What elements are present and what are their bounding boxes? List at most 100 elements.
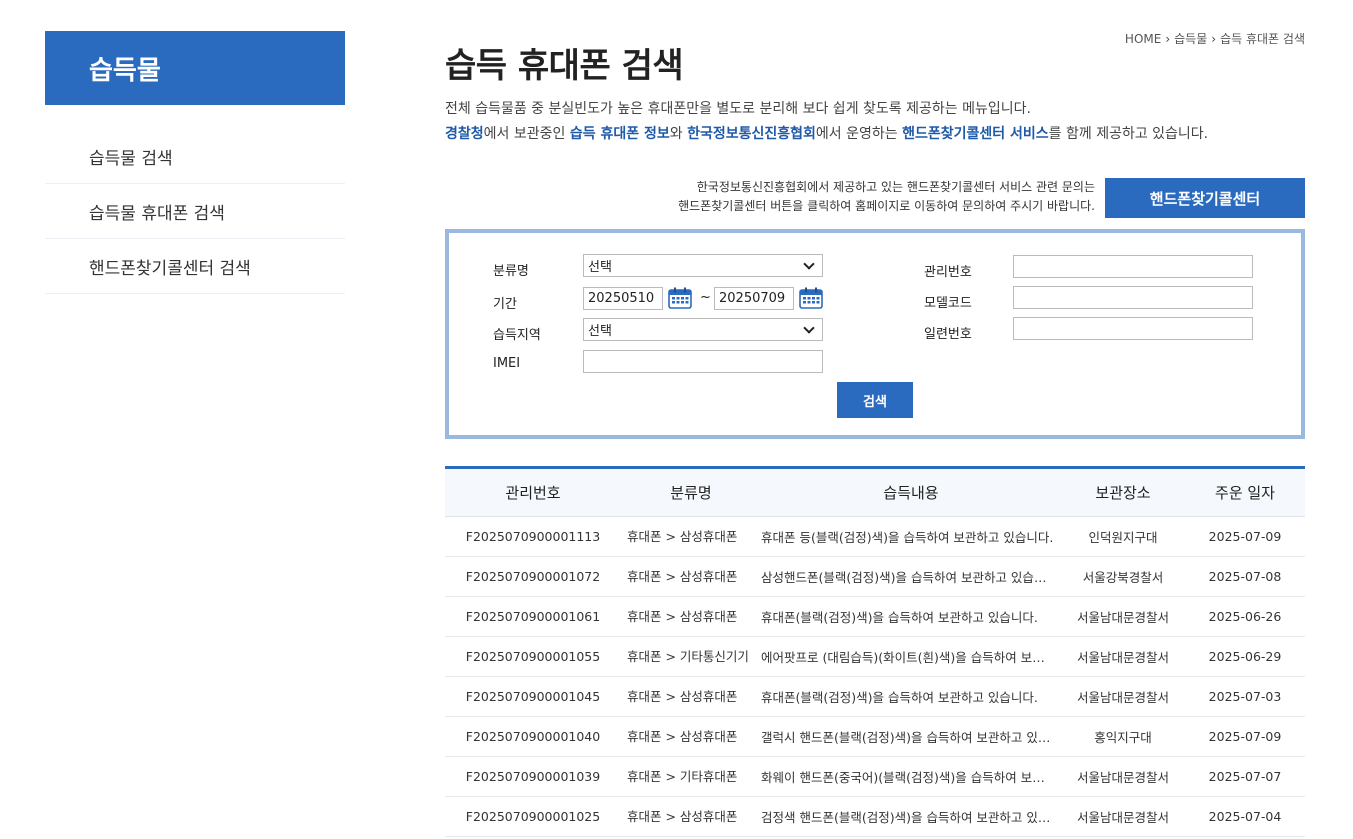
header-storage-place: 보관장소 bbox=[1061, 467, 1185, 517]
cell-category: 휴대폰 > 기타휴대폰 bbox=[621, 756, 761, 797]
category-select[interactable]: 선택 bbox=[583, 254, 823, 277]
table-row[interactable]: F2025070900001045 휴대폰 > 삼성휴대폰 휴대폰(블랙(검정)… bbox=[445, 676, 1305, 717]
cell-content[interactable]: 휴대폰(블랙(검정)색)을 습득하여 보관하고 있습니다. bbox=[761, 596, 1061, 637]
mgmt-number-input[interactable] bbox=[1013, 255, 1253, 278]
cell-storage-place: 서울남대문경찰서 bbox=[1061, 796, 1185, 837]
calendar-icon[interactable] bbox=[799, 287, 823, 309]
cell-found-date: 2025-07-03 bbox=[1185, 676, 1305, 717]
cell-category: 휴대폰 > 삼성휴대폰 bbox=[621, 596, 761, 637]
cell-content[interactable]: 갤럭시 핸드폰(블랙(검정)색)을 습득하여 보관하고 있습니다. bbox=[761, 716, 1061, 757]
cell-category: 휴대폰 > 삼성휴대폰 bbox=[621, 556, 761, 597]
callcenter-button[interactable]: 핸드폰찾기콜센터 bbox=[1105, 178, 1305, 218]
cell-category: 휴대폰 > 삼성휴대폰 bbox=[621, 716, 761, 757]
table-row[interactable]: F2025070900001039 휴대폰 > 기타휴대폰 화웨이 핸드폰(중국… bbox=[445, 756, 1305, 797]
cell-mgmt-number: F2025070900001025 bbox=[445, 796, 621, 837]
desc-kait: 한국정보통신진흥협회 bbox=[687, 126, 816, 142]
header-content: 습득내용 bbox=[761, 467, 1061, 517]
cell-content[interactable]: 검정색 핸드폰(블랙(검정)색)을 습득하여 보관하고 있습니다. bbox=[761, 796, 1061, 837]
sidebar-title: 습득물 bbox=[45, 31, 345, 105]
sidebar-item-lost-phone-search[interactable]: 습득물 휴대폰 검색 bbox=[45, 184, 345, 239]
sidebar: 습득물 습득물 검색 습득물 휴대폰 검색 핸드폰찾기콜센터 검색 bbox=[45, 31, 345, 294]
results-table: 관리번호 분류명 습득내용 보관장소 주운 일자 F20250709000011… bbox=[445, 466, 1305, 837]
page-description: 전체 습득물품 중 분실빈도가 높은 휴대폰만을 별도로 분리해 보다 쉽게 찾… bbox=[445, 97, 1208, 147]
calendar-icon[interactable] bbox=[668, 287, 692, 309]
serial-number-label: 일련번호 bbox=[924, 327, 972, 342]
chevron-right-icon: › bbox=[1165, 31, 1171, 46]
cell-content[interactable]: 화웨이 핸드폰(중국어)(블랙(검정)색)을 습득하여 보관하고 있습니다. bbox=[761, 756, 1061, 797]
cell-found-date: 2025-07-04 bbox=[1185, 796, 1305, 837]
category-label: 분류명 bbox=[493, 264, 529, 279]
serial-number-input[interactable] bbox=[1013, 317, 1253, 340]
desc-text: 에서 보관중인 bbox=[483, 126, 570, 142]
cell-category: 휴대폰 > 기타통신기기 bbox=[621, 636, 761, 677]
desc-lost-phone-info: 습득 휴대폰 정보 bbox=[569, 126, 670, 142]
cell-category: 휴대폰 > 삼성휴대폰 bbox=[621, 676, 761, 717]
sidebar-menu: 습득물 검색 습득물 휴대폰 검색 핸드폰찾기콜센터 검색 bbox=[45, 129, 345, 294]
table-row[interactable]: F2025070900001055 휴대폰 > 기타통신기기 에어팟프로 (대림… bbox=[445, 636, 1305, 677]
date-from-input[interactable]: 20250510 bbox=[583, 287, 663, 310]
cell-mgmt-number: F2025070900001072 bbox=[445, 556, 621, 597]
breadcrumb-home[interactable]: HOME bbox=[1125, 32, 1161, 46]
cell-category: 휴대폰 > 삼성휴대폰 bbox=[621, 516, 761, 557]
cell-storage-place: 서울강북경찰서 bbox=[1061, 556, 1185, 597]
cell-content[interactable]: 삼성핸드폰(블랙(검정)색)을 습득하여 보관하고 있습니다. bbox=[761, 556, 1061, 597]
cell-found-date: 2025-07-09 bbox=[1185, 716, 1305, 757]
cell-storage-place: 서울남대문경찰서 bbox=[1061, 596, 1185, 637]
header-category: 분류명 bbox=[621, 467, 761, 517]
description-line-2: 경찰청에서 보관중인 습득 휴대폰 정보와 한국정보통신진흥협회에서 운영하는 … bbox=[445, 122, 1208, 147]
desc-police-agency: 경찰청 bbox=[445, 126, 484, 142]
table-row[interactable]: F2025070900001040 휴대폰 > 삼성휴대폰 갤럭시 핸드폰(블랙… bbox=[445, 716, 1305, 757]
table-row[interactable]: F2025070900001113 휴대폰 > 삼성휴대폰 휴대폰 등(블랙(검… bbox=[445, 516, 1305, 557]
period-label: 기간 bbox=[493, 297, 517, 312]
cell-storage-place: 서울남대문경찰서 bbox=[1061, 676, 1185, 717]
cell-content[interactable]: 에어팟프로 (대림습득)(화이트(흰)색)을 습득하여 보관하고 있습니다. bbox=[761, 636, 1061, 677]
search-form: 분류명 선택 기간 20250510 ~ 20250709 습득지역 선택 IM… bbox=[445, 229, 1305, 439]
desc-text: 와 bbox=[669, 126, 688, 142]
table-row[interactable]: F2025070900001061 휴대폰 > 삼성휴대폰 휴대폰(블랙(검정)… bbox=[445, 596, 1305, 637]
breadcrumb-level1[interactable]: 습득물 bbox=[1174, 30, 1207, 47]
chevron-down-icon bbox=[803, 257, 815, 270]
region-select-value: 선택 bbox=[588, 324, 612, 339]
notice-line-1: 한국정보통신진흥협회에서 제공하고 있는 핸드폰찾기콜센터 서비스 관련 문의는 bbox=[696, 180, 1095, 194]
cell-found-date: 2025-06-29 bbox=[1185, 636, 1305, 677]
breadcrumb-level2: 습득 휴대폰 검색 bbox=[1220, 32, 1305, 46]
header-mgmt-number: 관리번호 bbox=[445, 467, 621, 517]
cell-mgmt-number: F2025070900001061 bbox=[445, 596, 621, 637]
date-range-separator: ~ bbox=[700, 290, 711, 305]
notice-line-2: 핸드폰찾기콜센터 버튼을 클릭하여 홈페이지로 이동하여 문의하여 주시기 바랍… bbox=[678, 199, 1095, 213]
cell-mgmt-number: F2025070900001113 bbox=[445, 516, 621, 557]
desc-text: 에서 운영하는 bbox=[815, 126, 903, 142]
cell-storage-place: 인덕원지구대 bbox=[1061, 516, 1185, 557]
table-row[interactable]: F2025070900001025 휴대폰 > 삼성휴대폰 검정색 핸드폰(블랙… bbox=[445, 796, 1305, 837]
table-header-row: 관리번호 분류명 습득내용 보관장소 주운 일자 bbox=[445, 467, 1305, 517]
chevron-down-icon bbox=[803, 321, 815, 334]
cell-found-date: 2025-07-07 bbox=[1185, 756, 1305, 797]
header-found-date: 주운 일자 bbox=[1185, 467, 1305, 517]
mgmt-number-label: 관리번호 bbox=[924, 265, 972, 280]
page-title: 습득 휴대폰 검색 bbox=[445, 46, 684, 86]
imei-label: IMEI bbox=[493, 356, 521, 371]
imei-input[interactable] bbox=[583, 350, 823, 373]
cell-mgmt-number: F2025070900001039 bbox=[445, 756, 621, 797]
table-row[interactable]: F2025070900001072 휴대폰 > 삼성휴대폰 삼성핸드폰(블랙(검… bbox=[445, 556, 1305, 597]
date-to-input[interactable]: 20250709 bbox=[714, 287, 794, 310]
cell-content[interactable]: 휴대폰(블랙(검정)색)을 습득하여 보관하고 있습니다. bbox=[761, 676, 1061, 717]
cell-found-date: 2025-06-26 bbox=[1185, 596, 1305, 637]
category-select-value: 선택 bbox=[588, 260, 612, 275]
cell-mgmt-number: F2025070900001040 bbox=[445, 716, 621, 757]
search-button[interactable]: 검색 bbox=[837, 382, 913, 418]
description-line-1: 전체 습득물품 중 분실빈도가 높은 휴대폰만을 별도로 분리해 보다 쉽게 찾… bbox=[445, 101, 1031, 117]
region-label: 습득지역 bbox=[493, 328, 541, 343]
cell-storage-place: 서울남대문경찰서 bbox=[1061, 636, 1185, 677]
sidebar-item-lost-item-search[interactable]: 습득물 검색 bbox=[45, 129, 345, 184]
model-code-input[interactable] bbox=[1013, 286, 1253, 309]
region-select[interactable]: 선택 bbox=[583, 318, 823, 341]
cell-found-date: 2025-07-09 bbox=[1185, 516, 1305, 557]
sidebar-item-callcenter-search[interactable]: 핸드폰찾기콜센터 검색 bbox=[45, 239, 345, 294]
cell-mgmt-number: F2025070900001055 bbox=[445, 636, 621, 677]
cell-storage-place: 홍익지구대 bbox=[1061, 716, 1185, 757]
cell-mgmt-number: F2025070900001045 bbox=[445, 676, 621, 717]
cell-content[interactable]: 휴대폰 등(블랙(검정)색)을 습득하여 보관하고 있습니다. bbox=[761, 516, 1061, 557]
cell-category: 휴대폰 > 삼성휴대폰 bbox=[621, 796, 761, 837]
cell-found-date: 2025-07-08 bbox=[1185, 556, 1305, 597]
